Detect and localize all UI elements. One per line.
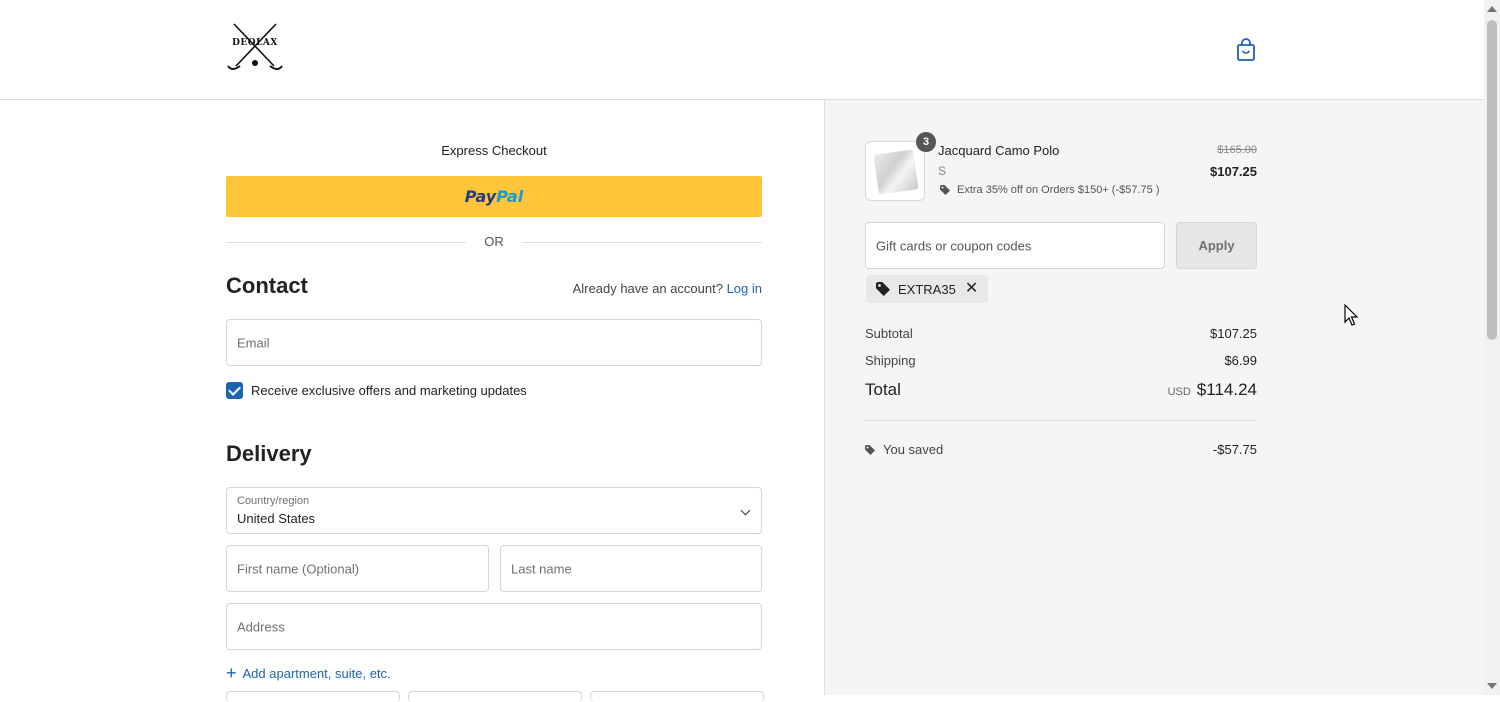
product-discount: Extra 35% off on Orders $150+ (-$57.75 ) — [940, 184, 1160, 196]
delivery-heading: Delivery — [226, 441, 312, 466]
total-label: Total — [865, 380, 901, 399]
tag-icon — [876, 282, 890, 296]
email-field[interactable]: Email — [226, 319, 762, 366]
country-label: Country/region — [237, 495, 310, 507]
savings-row: You saved -$57.75 — [865, 442, 1257, 457]
address-placeholder: Address — [237, 619, 285, 634]
product-variant: S — [938, 164, 947, 178]
quantity-badge: 3 — [916, 132, 936, 152]
chevron-down-icon — [740, 505, 751, 516]
sale-price: $107.25 — [1210, 164, 1257, 179]
marketing-checkbox-label: Receive exclusive offers and marketing u… — [251, 383, 527, 398]
city-field[interactable] — [226, 691, 400, 702]
or-divider: OR — [226, 234, 762, 250]
first-name-placeholder: First name (Optional) — [237, 561, 360, 576]
add-apartment-label: Add apartment, suite, etc. — [242, 666, 391, 681]
summary-divider — [865, 420, 1257, 421]
country-select[interactable]: Country/region United States — [226, 487, 762, 534]
contact-heading: Contact — [226, 273, 308, 298]
express-checkout-title: Express Checkout — [441, 143, 547, 158]
page-scrollbar[interactable] — [1484, 0, 1500, 695]
saved-label: You saved — [883, 442, 944, 457]
account-prompt-text: Already have an account? — [572, 281, 723, 296]
original-price: $165.00 — [1217, 144, 1257, 156]
tag-icon — [940, 185, 950, 195]
paypal-button[interactable]: PayPal — [226, 176, 762, 217]
country-value: United States — [237, 511, 316, 526]
mouse-pointer-icon — [1344, 303, 1360, 328]
coupon-code-field[interactable]: Gift cards or coupon codes — [865, 222, 1165, 269]
address-field[interactable]: Address — [226, 603, 762, 650]
email-placeholder: Email — [237, 335, 270, 350]
product-thumbnail — [865, 141, 925, 201]
product-image — [873, 149, 919, 195]
saved-value: -$57.75 — [1212, 442, 1257, 457]
paypal-logo: PayPal — [464, 187, 524, 206]
plus-icon: + — [226, 663, 237, 683]
apply-button[interactable]: Apply — [1176, 222, 1257, 269]
subtotal-row: Subtotal $107.25 — [865, 326, 1257, 341]
scrollbar-thumb[interactable] — [1487, 20, 1497, 340]
shipping-label: Shipping — [865, 353, 916, 368]
product-name: Jacquard Camo Polo — [938, 143, 1060, 158]
currency-code: USD — [1167, 386, 1191, 398]
scroll-down-arrow-icon[interactable] — [1487, 683, 1497, 689]
scroll-up-arrow-icon[interactable] — [1487, 6, 1497, 12]
coupon-placeholder: Gift cards or coupon codes — [876, 238, 1032, 253]
last-name-field[interactable]: Last name — [500, 545, 762, 592]
account-prompt: Already have an account? Log in — [540, 281, 762, 296]
logo-text: DEOLAX — [232, 38, 278, 48]
remove-code-icon[interactable]: ✕ — [965, 281, 978, 297]
site-header: DEOLAX — [0, 0, 1484, 100]
zip-field[interactable] — [590, 691, 764, 702]
subtotal-value: $107.25 — [1210, 326, 1257, 341]
first-name-field[interactable]: First name (Optional) — [226, 545, 489, 592]
last-name-placeholder: Last name — [511, 561, 572, 576]
login-link[interactable]: Log in — [727, 281, 762, 296]
state-field[interactable] — [408, 691, 582, 702]
applied-code-label: EXTRA35 — [898, 281, 956, 297]
total-row: Total USD $114.24 — [865, 380, 1257, 400]
applied-code-chip: EXTRA35 ✕ — [866, 275, 989, 303]
marketing-checkbox[interactable] — [226, 382, 243, 399]
subtotal-label: Subtotal — [865, 326, 913, 341]
add-apartment-link[interactable]: + Add apartment, suite, etc. — [226, 662, 391, 683]
shipping-value: $6.99 — [1224, 353, 1257, 368]
product-discount-text: Extra 35% off on Orders $150+ (-$57.75 ) — [957, 184, 1160, 196]
shipping-row: Shipping $6.99 — [865, 353, 1257, 368]
store-logo[interactable]: DEOLAX — [226, 20, 284, 72]
total-value: $114.24 — [1196, 380, 1257, 399]
shopping-bag-icon[interactable] — [1236, 38, 1256, 62]
tag-icon — [865, 444, 875, 455]
